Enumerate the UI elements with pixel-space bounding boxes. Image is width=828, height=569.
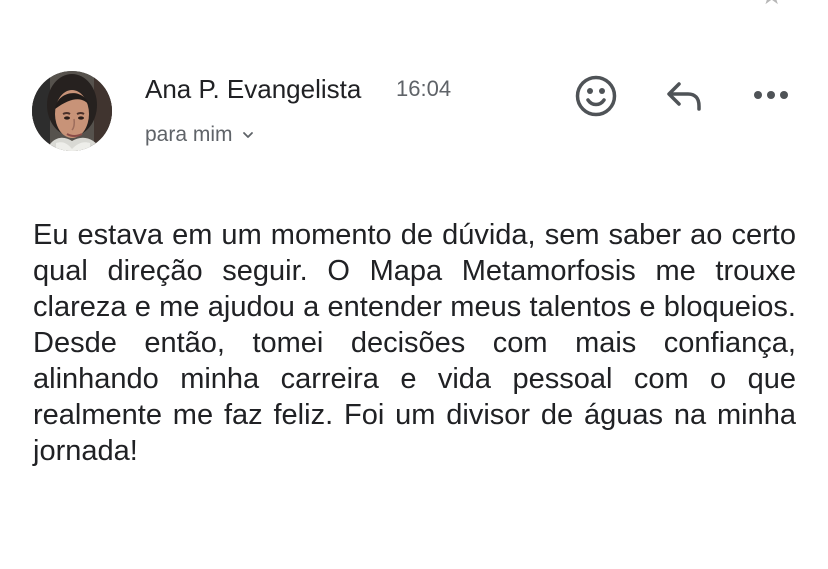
message-body: Eu estava em um momento de dúvida, sem s… bbox=[33, 217, 796, 469]
more-options-button[interactable] bbox=[752, 86, 790, 104]
reply-icon bbox=[667, 82, 701, 111]
recipient-label: para mim bbox=[145, 123, 233, 146]
emoji-reaction-icon bbox=[575, 75, 617, 117]
chevron-down-icon bbox=[242, 132, 253, 138]
emoji-reaction-button[interactable] bbox=[574, 74, 618, 118]
star-icon[interactable]: ★ bbox=[760, 0, 786, 8]
message-time: 16:04 bbox=[396, 76, 452, 101]
recipient-details-toggle[interactable]: para mim bbox=[145, 121, 255, 149]
more-horizontal-icon bbox=[754, 91, 788, 99]
profile-photo-icon bbox=[32, 71, 112, 151]
sender-name: Ana P. Evangelista bbox=[145, 74, 362, 104]
message-text: Eu estava em um momento de dúvida, sem s… bbox=[33, 219, 796, 467]
reply-button[interactable] bbox=[664, 79, 704, 113]
avatar bbox=[32, 71, 112, 151]
